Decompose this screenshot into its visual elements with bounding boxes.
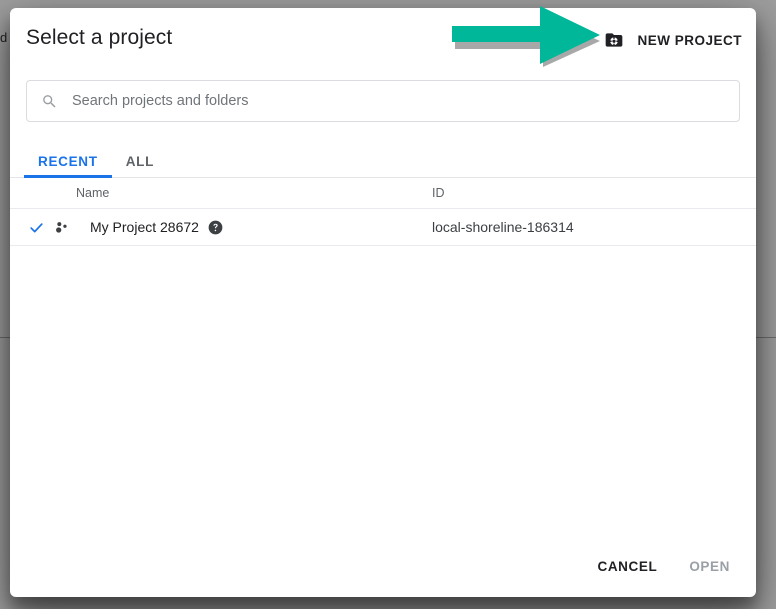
project-id-cell: local-shoreline-186314 [420,208,756,246]
open-button[interactable]: OPEN [677,550,742,583]
project-dots-icon [56,221,67,233]
new-project-button[interactable]: NEW PROJECT [604,30,742,50]
new-project-label: NEW PROJECT [637,32,742,48]
column-header-id: ID [420,178,756,209]
dialog-tabs: RECENT ALL [10,146,756,178]
check-icon [30,222,43,232]
projects-table: Name ID My Project 28672 local-shoreline… [10,178,756,246]
search-row [10,80,756,122]
table-row[interactable]: My Project 28672 local-shoreline-186314 [10,208,756,246]
tab-all[interactable]: ALL [112,146,168,177]
project-id: local-shoreline-186314 [432,219,574,235]
project-name-cell[interactable]: My Project 28672 [10,208,420,246]
help-circle-icon[interactable] [208,220,223,235]
page-title: Select a project [26,26,173,49]
dialog-footer: CANCEL OPEN [585,550,742,583]
dialog-header: Select a project NEW PROJECT [10,8,756,80]
project-name: My Project 28672 [90,219,199,235]
folder-plus-icon [606,33,623,47]
table-header-row: Name ID [10,178,756,209]
search-icon [43,94,56,108]
search-box[interactable] [26,80,740,122]
select-project-dialog: Select a project NEW PROJECT Search proj… [10,8,756,597]
column-header-name: Name [10,178,420,209]
cancel-button[interactable]: CANCEL [585,550,669,583]
tab-recent[interactable]: RECENT [24,146,112,178]
search-input[interactable] [70,92,725,110]
